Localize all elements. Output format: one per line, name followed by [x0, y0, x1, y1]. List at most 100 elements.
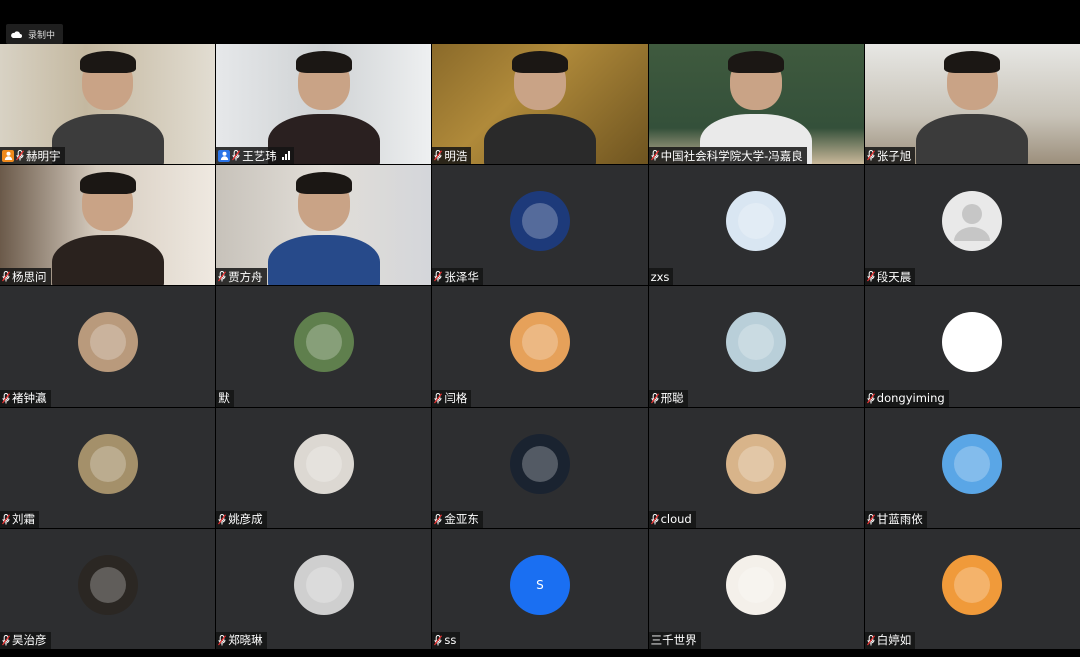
mic-muted-icon — [2, 271, 10, 282]
cat-costume-avatar-icon — [726, 433, 787, 494]
signal-strength-icon — [281, 151, 290, 161]
participant-tile[interactable]: Sss — [432, 528, 648, 649]
participant-namebar: 张泽华 — [432, 268, 483, 286]
participant-hair — [295, 51, 352, 73]
participant-name: 默 — [218, 391, 230, 406]
participant-name: 昊治彦 — [12, 633, 47, 648]
participant-tile[interactable]: 闫格 — [432, 286, 648, 407]
participant-tile[interactable]: 杨思问 — [0, 165, 216, 286]
participant-name: 邢聪 — [660, 391, 684, 406]
participant-tile[interactable]: cloud — [648, 407, 864, 528]
participant-namebar: ss — [432, 631, 461, 649]
starry-night-avatar-icon — [509, 191, 570, 252]
participant-tile[interactable]: 白婷如 — [864, 528, 1080, 649]
mic-muted-icon — [16, 150, 24, 161]
participant-tile[interactable]: 默 — [216, 286, 432, 407]
participant-namebar: 杨思问 — [0, 268, 51, 286]
participant-name: cloud — [660, 512, 692, 527]
participant-tile[interactable]: 中国社会科学院大学-冯嘉良 — [648, 44, 864, 165]
mic-muted-icon — [232, 150, 241, 161]
mic-muted-icon — [650, 392, 659, 404]
participant-namebar: 郑晓琳 — [216, 631, 267, 649]
cute-bun-avatar-icon — [726, 554, 787, 615]
mic-muted-icon — [2, 513, 10, 525]
participant-name: 张子旭 — [876, 148, 912, 163]
participant-name: 闫格 — [444, 391, 468, 406]
mic-muted-icon — [218, 513, 227, 525]
default-person-avatar-icon — [942, 191, 1003, 252]
cartoon-bear-avatar-icon — [726, 191, 787, 252]
participant-namebar: 昊治彦 — [0, 631, 51, 649]
participant-name: 郑晓琳 — [228, 633, 263, 648]
participant-tile[interactable]: zxs — [648, 165, 864, 286]
participant-namebar: 刘霜 — [0, 510, 39, 528]
participant-name: zxs — [650, 269, 670, 284]
avatar-letter: S — [536, 577, 544, 592]
participant-name: 赫明宇 — [26, 148, 61, 163]
participant-namebar: 闫格 — [432, 389, 472, 407]
mic-muted-icon — [218, 634, 227, 646]
mic-muted-icon — [2, 634, 10, 646]
participant-hair — [512, 51, 568, 73]
participant-body — [484, 113, 596, 165]
participant-namebar: cloud — [648, 510, 696, 528]
participant-tile[interactable]: 邢聪 — [648, 286, 864, 407]
participant-hair — [79, 51, 136, 73]
participant-hair — [728, 51, 785, 73]
line-drawing-avatar-icon — [942, 312, 1003, 373]
participant-tile[interactable]: 张泽华 — [432, 165, 648, 286]
mic-muted-icon — [650, 513, 659, 525]
participant-tile[interactable]: 明浩 — [432, 44, 648, 165]
participant-name: 刘霜 — [12, 512, 35, 527]
participant-name: 杨思问 — [12, 269, 47, 284]
participant-tile[interactable]: 赫明宇 — [0, 44, 216, 165]
participant-tile[interactable]: 褚钟瀛 — [0, 286, 216, 407]
participant-namebar: 明浩 — [432, 147, 472, 165]
participant-namebar: 王艺玮 — [216, 147, 294, 165]
participant-tile[interactable]: 昊治彦 — [0, 528, 216, 649]
dark-photo-avatar-icon — [77, 554, 138, 615]
participant-namebar: 邢聪 — [648, 389, 688, 407]
cat-photo-avatar-icon — [77, 312, 138, 373]
participant-tile[interactable]: 三千世界 — [648, 528, 864, 649]
participant-name: 白婷如 — [876, 633, 912, 648]
participant-namebar: 贾方舟 — [216, 268, 267, 286]
participant-body — [916, 113, 1029, 165]
participant-body — [267, 234, 380, 286]
anime-orange-avatar-icon — [942, 554, 1003, 615]
participant-name: dongyiming — [876, 391, 945, 406]
video-feed — [216, 44, 432, 165]
participant-name: 姚彦成 — [228, 512, 263, 527]
participant-name: 张泽华 — [444, 269, 479, 284]
participant-tile[interactable]: 张子旭 — [864, 44, 1080, 165]
participant-tile[interactable]: dongyiming — [864, 286, 1080, 407]
recording-indicator[interactable]: 录制中 — [6, 24, 64, 44]
cloud-icon — [10, 30, 22, 38]
participant-tile[interactable]: 金亚东 — [432, 407, 648, 528]
participant-namebar: 金亚东 — [432, 510, 483, 528]
participant-namebar: 段天晨 — [864, 268, 916, 286]
man-outdoor-avatar-icon — [293, 312, 354, 373]
participant-namebar: zxs — [648, 268, 674, 286]
mic-muted-icon — [434, 150, 443, 161]
participant-tile[interactable]: 甘蓝雨依 — [864, 407, 1080, 528]
participant-tile[interactable]: 段天晨 — [864, 165, 1080, 286]
mic-muted-icon — [866, 513, 875, 525]
participant-hair — [295, 172, 352, 195]
participant-hair — [944, 51, 1001, 73]
participant-tile[interactable]: 郑晓琳 — [216, 528, 432, 649]
participant-body — [51, 234, 164, 286]
participant-grid: 赫明宇 王艺玮 明浩 中国社会科学院大学-冯嘉良 张子旭杨思问 贾方舟 张泽华 zxs 段天晨褚… — [0, 44, 1080, 649]
participant-namebar: 白婷如 — [864, 631, 916, 649]
video-feed — [0, 165, 216, 286]
mic-muted-icon — [434, 634, 443, 646]
participant-tile[interactable]: 姚彦成 — [216, 407, 432, 528]
mic-muted-icon — [866, 150, 875, 161]
participant-tile[interactable]: 贾方舟 — [216, 165, 432, 286]
participant-namebar: 张子旭 — [864, 147, 916, 165]
participant-name: 贾方舟 — [228, 269, 263, 284]
participant-tile[interactable]: 王艺玮 — [216, 44, 432, 165]
woman-photo-avatar-icon — [77, 433, 138, 494]
participant-tile[interactable]: 刘霜 — [0, 407, 216, 528]
participant-name: ss — [444, 633, 457, 648]
